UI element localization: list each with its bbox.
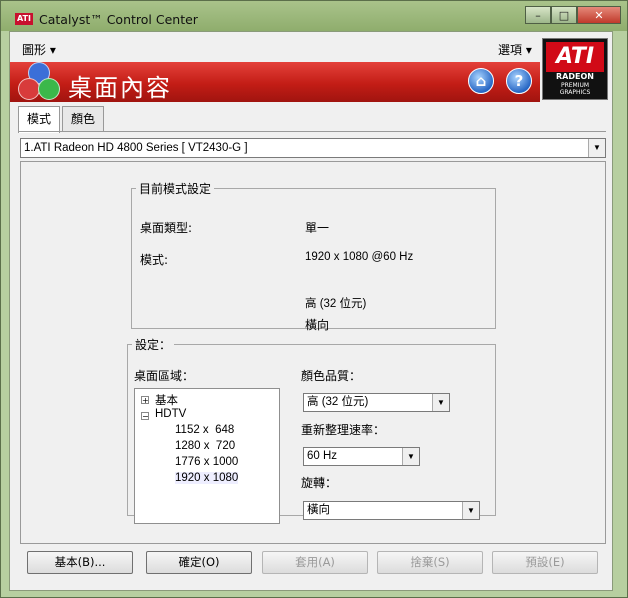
desktop-type-value: 單一 [305, 221, 330, 235]
tree-node-resolution-selected[interactable]: 1920 x 1080 [175, 472, 239, 484]
page-banner: 桌面內容 ⌂ ? [10, 62, 540, 102]
refresh-rate-value: 60 Hz [307, 450, 338, 462]
tab-color[interactable]: 顏色 [62, 106, 105, 131]
tab-divider [18, 131, 606, 132]
maximize-button[interactable]: □ [551, 6, 577, 24]
color-quality-select[interactable]: 高 (32 位元) ▼ [303, 393, 450, 412]
tab-strip: 模式 顏色 [18, 106, 106, 133]
rotation-select[interactable]: 橫向 ▼ [303, 501, 480, 520]
tree-node-resolution[interactable]: 1280 x 720 [175, 440, 235, 452]
chevron-down-icon[interactable]: ▼ [432, 394, 449, 411]
mode-label: 模式: [140, 253, 169, 267]
discard-button[interactable]: 捨棄(S) [377, 551, 483, 574]
desktop-area-label: 桌面區域： [134, 369, 195, 383]
color-quality-value: 高 (32 位元) [307, 396, 369, 408]
tab-mode[interactable]: 模式 [18, 106, 61, 133]
home-icon[interactable]: ⌂ [468, 68, 494, 94]
current-mode-legend: 目前模式設定 [139, 182, 212, 196]
desktop-area-tree[interactable]: + 基本 − HDTV 1152 x 648 1280 x 720 1776 x… [134, 388, 280, 524]
rotation-select-value: 橫向 [307, 504, 330, 516]
rotation-value: 橫向 [305, 318, 330, 332]
defaults-button[interactable]: 預設(E) [492, 551, 598, 574]
display-select[interactable]: 1.ATI Radeon HD 4800 Series [ VT2430-G ]… [20, 138, 606, 158]
collapse-icon[interactable]: − [141, 412, 149, 421]
ati-app-icon: ATI [15, 13, 33, 25]
refresh-rate-select[interactable]: 60 Hz ▼ [303, 447, 420, 466]
catalyst-balls-icon [16, 58, 60, 102]
color-value: 高 (32 位元) [305, 298, 367, 310]
refresh-rate-label: 重新整理速率： [301, 423, 386, 437]
ati-logo-line2: PREMIUM [560, 82, 590, 89]
ok-button[interactable]: 確定(O) [146, 551, 252, 574]
graphics-menu[interactable]: 圖形 ▾ [22, 41, 56, 58]
current-mode-group: 目前模式設定 桌面類型: 單一 模式: 1920 x 1080 @60 Hz 高… [131, 180, 496, 332]
tree-node-basic[interactable]: 基本 [155, 392, 178, 408]
tree-node-resolution[interactable]: 1776 x 1000 [175, 456, 238, 468]
display-select-value: 1.ATI Radeon HD 4800 Series [ VT2430-G ] [24, 142, 248, 154]
close-button[interactable]: ✕ [577, 6, 621, 24]
page-title: 桌面內容 [68, 74, 172, 102]
chevron-down-icon[interactable]: ▼ [402, 448, 419, 465]
ati-logo-line3: GRAPHICS [559, 89, 591, 96]
rotation-label: 旋轉： [301, 476, 338, 490]
chevron-down-icon[interactable]: ▼ [462, 502, 479, 519]
expand-icon[interactable]: + [141, 396, 149, 405]
minimize-button[interactable]: – [525, 6, 551, 24]
chevron-down-icon[interactable]: ▼ [588, 139, 605, 157]
client-area: 圖形 ▾ 選項 ▾ 桌面內容 ⌂ ? ATI RADEON PREMIUM GR… [9, 31, 613, 591]
ati-logo-text: ATI [546, 42, 604, 72]
apply-button[interactable]: 套用(A) [262, 551, 368, 574]
settings-legend: 設定： [135, 338, 172, 352]
tree-node-resolution[interactable]: 1152 x 648 [175, 424, 234, 436]
ati-radeon-logo: ATI RADEON PREMIUM GRAPHICS [542, 38, 608, 100]
ccc-window: ATI Catalyst™ Control Center – □ ✕ 圖形 ▾ … [0, 0, 628, 598]
mode-pane: 目前模式設定 桌面類型: 單一 模式: 1920 x 1080 @60 Hz 高… [20, 161, 606, 544]
basic-button[interactable]: 基本(B)... [27, 551, 133, 574]
tree-node-hdtv[interactable]: HDTV [155, 408, 186, 420]
mode-value: 1920 x 1080 @60 Hz [305, 251, 414, 263]
ati-logo-line1: RADEON [556, 72, 594, 81]
title-bar[interactable]: ATI Catalyst™ Control Center – □ ✕ [1, 1, 627, 31]
settings-group: 設定： 桌面區域： + 基本 − HDTV 1152 x 648 1280 x … [127, 336, 496, 524]
options-menu[interactable]: 選項 ▾ [498, 41, 532, 58]
desktop-type-label: 桌面類型: [140, 221, 193, 235]
help-icon[interactable]: ? [506, 68, 532, 94]
window-title: Catalyst™ Control Center [39, 12, 198, 27]
color-quality-label: 顏色品質： [301, 369, 362, 383]
